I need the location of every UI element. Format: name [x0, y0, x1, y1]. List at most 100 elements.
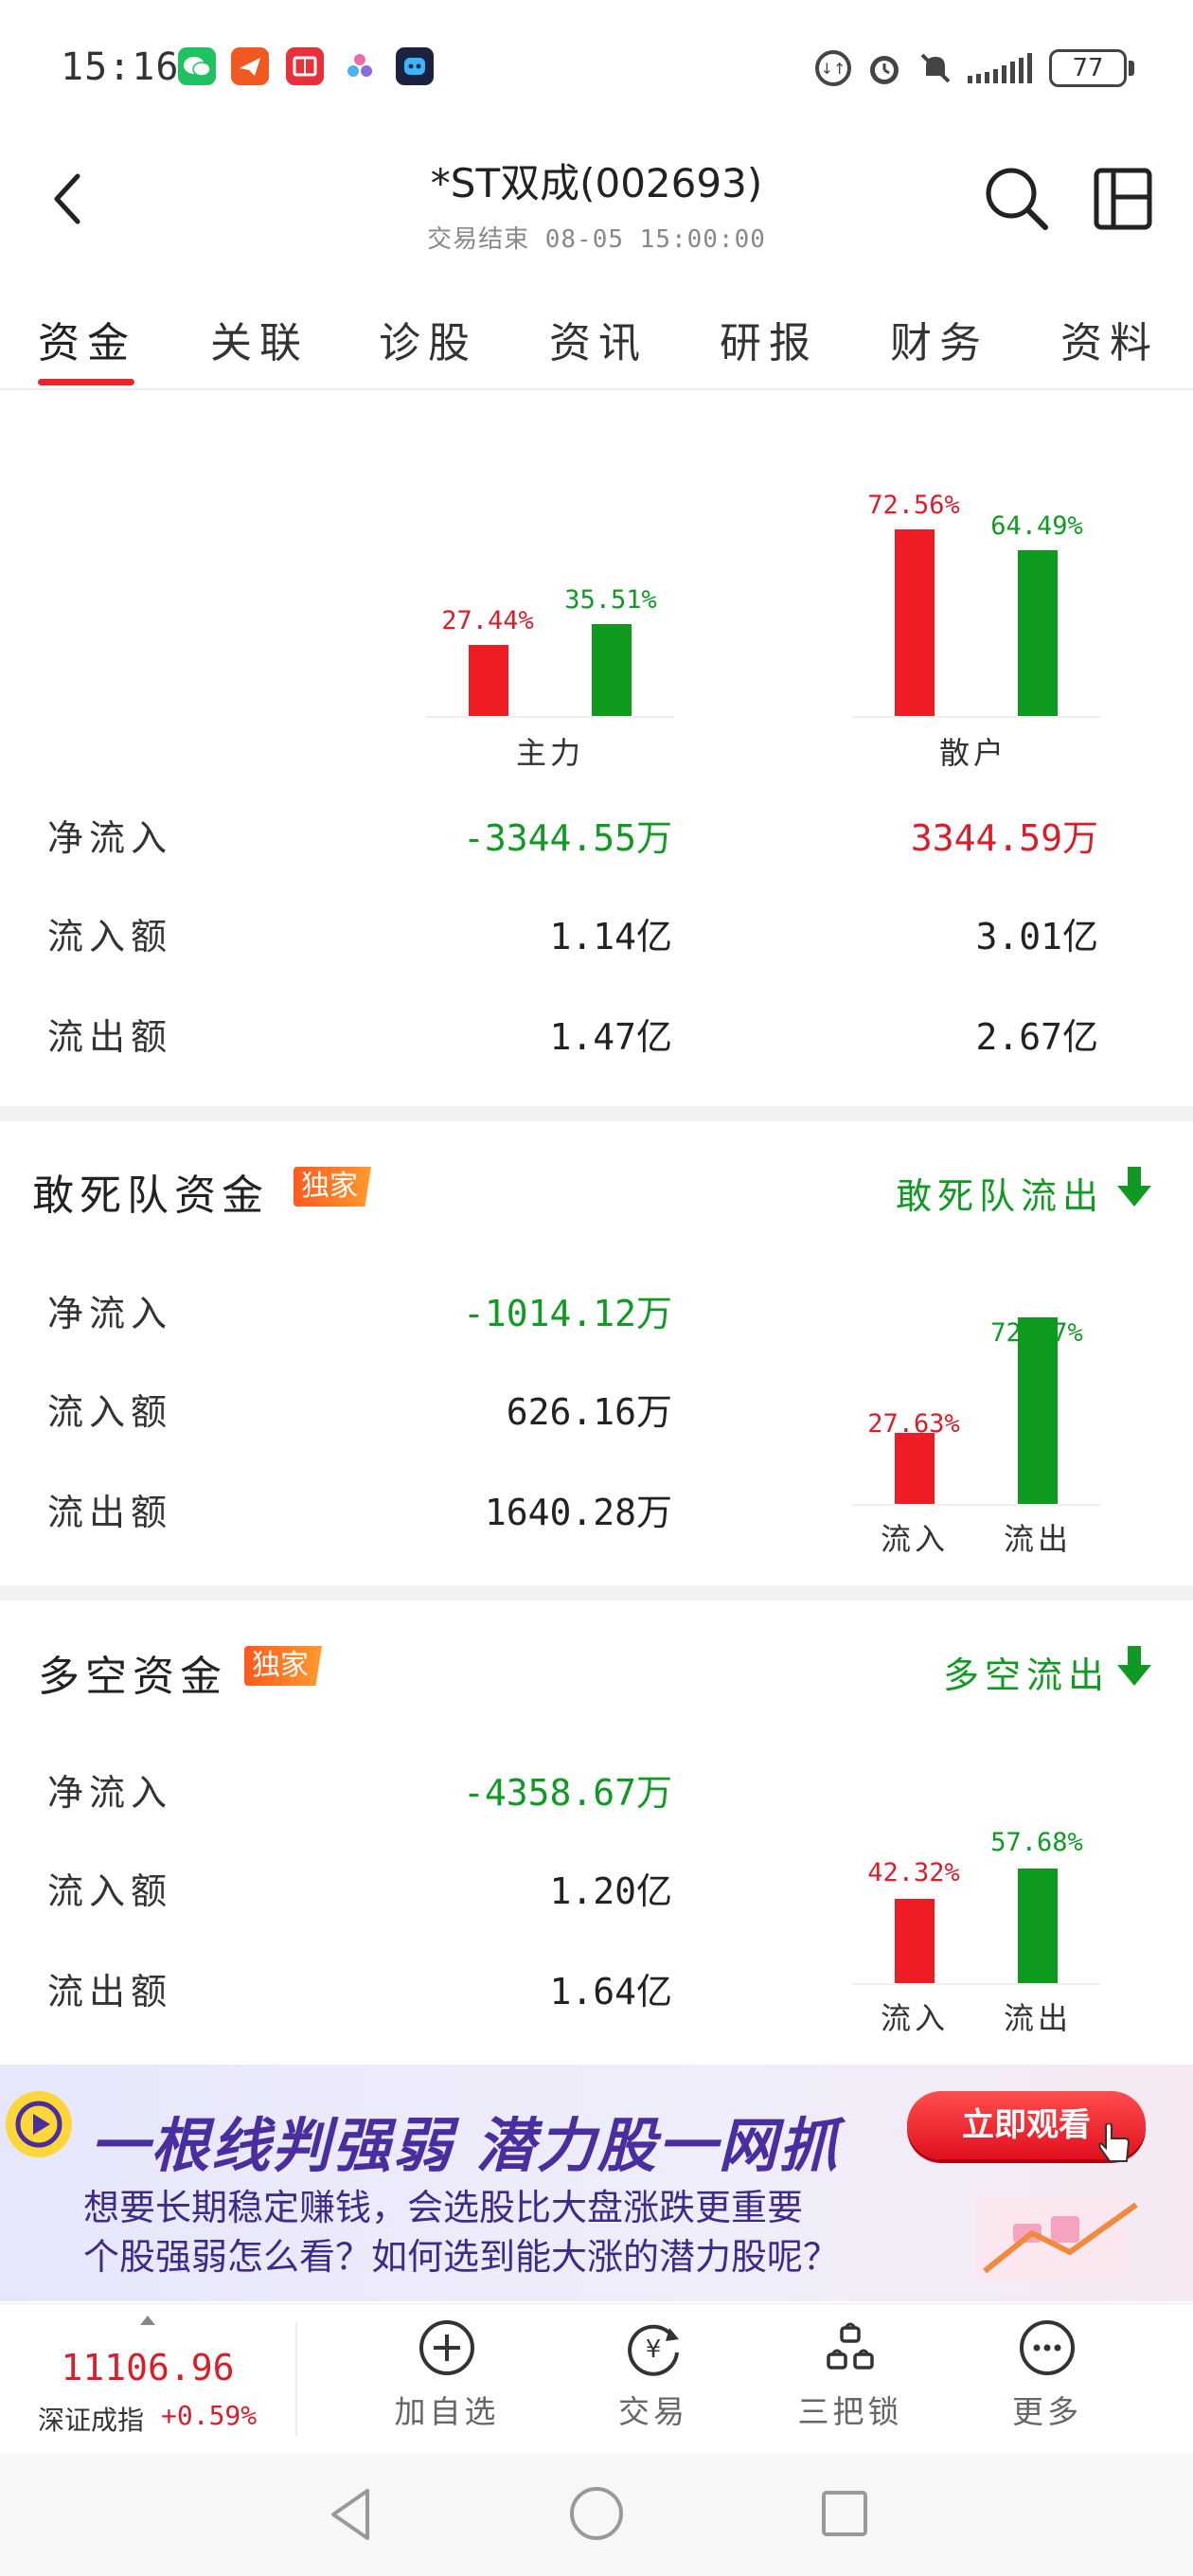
battery-indicator: 77 [1049, 49, 1127, 87]
nav-recents-icon[interactable] [816, 2485, 873, 2546]
long-short-title: 多空资金 [38, 1653, 227, 1701]
tab-funds[interactable]: 资金 [38, 309, 136, 369]
layout-icon[interactable] [1091, 165, 1155, 237]
index-change: +0.59% [161, 2400, 258, 2431]
dtd-baseline [852, 1504, 1100, 1506]
overview-outflow-label: 流出额 [47, 1016, 173, 1058]
dtd-inflow-bar [895, 1432, 935, 1504]
dare-to-die-title: 敢死队资金 [32, 1172, 269, 1220]
tab-finance[interactable]: 财务 [890, 309, 988, 369]
main-inflow-bar [469, 645, 508, 716]
down-arrow-icon [1115, 1644, 1153, 1691]
tab-news[interactable]: 资讯 [549, 309, 648, 369]
reader-icon [286, 47, 324, 85]
dtd-inflow-label: 流入额 [47, 1391, 173, 1433]
mute-icon [915, 47, 956, 93]
ls-outflow-value: 1.64亿 [549, 1971, 672, 2012]
main-inflow-pct: 27.44% [441, 606, 534, 635]
dtd-net-value: -1014.12万 [462, 1293, 672, 1334]
section-separator [0, 1585, 1193, 1601]
dare-to-die-outflow-link[interactable]: 敢死队流出 [896, 1167, 1104, 1219]
alarm-icon [864, 47, 905, 93]
retail-baseline [852, 716, 1100, 718]
dtd-axis-out: 流出 [1003, 1521, 1072, 1557]
down-arrow-icon [1115, 1165, 1153, 1212]
dtd-outflow-bar [1018, 1317, 1058, 1504]
retail-inflow-bar [895, 528, 935, 716]
retail-axis-label: 散户 [938, 735, 1007, 771]
more-dots-icon [1020, 2320, 1075, 2375]
exclusive-badge: 独家 [294, 1167, 371, 1207]
toolbar-divider [295, 2322, 297, 2436]
long-short-outflow-link[interactable]: 多空流出 [943, 1646, 1110, 1698]
add-watchlist-label: 加自选 [394, 2393, 500, 2430]
ls-inflow-pct: 42.32% [867, 1858, 960, 1887]
ls-axis-out: 流出 [1003, 2000, 1072, 2036]
more-button[interactable]: 更多 [953, 2318, 1142, 2432]
dtd-outflow-label: 流出额 [47, 1492, 173, 1533]
tab-profile[interactable]: 资料 [1060, 309, 1159, 369]
plus-circle-icon [419, 2320, 474, 2375]
overview-inflow-label: 流入额 [47, 916, 173, 957]
data-saver-icon: ↓↑ [812, 47, 854, 93]
three-locks-icon [827, 2322, 874, 2370]
dtd-net-label: 净流入 [47, 1293, 173, 1334]
dtd-inflow-value: 626.16万 [506, 1391, 672, 1433]
ls-outflow-pct: 57.68% [990, 1828, 1083, 1857]
more-label: 更多 [1012, 2393, 1082, 2430]
nav-back-icon[interactable] [322, 2481, 379, 2551]
signal-icon [966, 47, 1042, 93]
main-baseline [426, 716, 674, 718]
ls-net-value: -4358.67万 [462, 1772, 672, 1814]
main-outflow-bar [592, 624, 632, 716]
ls-baseline [852, 1983, 1100, 1985]
overview-retail-outflow: 2.67亿 [975, 1016, 1098, 1058]
main-axis-label: 主力 [515, 735, 584, 771]
dtd-outflow-value: 1640.28万 [484, 1492, 672, 1533]
trade-button[interactable]: ¥ 交易 [559, 2318, 748, 2432]
play-icon [6, 2091, 72, 2157]
retail-inflow-pct: 72.56% [867, 491, 960, 520]
overview-retail-net: 3344.59万 [910, 817, 1098, 859]
ls-net-label: 净流入 [47, 1772, 173, 1814]
overview-main-outflow: 1.47亿 [549, 1016, 672, 1058]
section-separator [0, 1106, 1193, 1121]
chart-decoration-icon [956, 2167, 1155, 2294]
tab-divider [0, 388, 1193, 390]
ls-inflow-value: 1.20亿 [549, 1870, 672, 1912]
yuan-circle-icon: ¥ [628, 2324, 679, 2376]
wechat-icon [178, 47, 216, 85]
nav-home-icon[interactable] [566, 2483, 627, 2548]
promo-banner[interactable]: 一根线判强弱 潜力股一网抓 立即观看 想要长期稳定赚钱，会选股比大盘涨跌更重要 … [0, 2065, 1193, 2301]
retail-outflow-bar [1018, 549, 1058, 716]
ls-outflow-label: 流出额 [47, 1971, 173, 2012]
ls-outflow-bar [1018, 1868, 1058, 1983]
overview-net-label: 净流入 [47, 817, 173, 859]
status-time: 15:16 [61, 45, 180, 89]
tab-related[interactable]: 关联 [210, 309, 309, 369]
banner-text-line2: 个股强弱怎么看？如何选到能大涨的潜力股呢？ [83, 2236, 840, 2278]
svg-text:↓↑: ↓↑ [821, 60, 846, 78]
caret-up-icon [140, 2313, 155, 2331]
overview-main-inflow: 1.14亿 [549, 916, 672, 957]
dtd-axis-in: 流入 [880, 1521, 949, 1557]
ls-inflow-label: 流入额 [47, 1870, 173, 1912]
tab-diagnose[interactable]: 诊股 [379, 309, 477, 369]
index-value[interactable]: 11106.96 [0, 2347, 295, 2388]
overview-retail-inflow: 3.01亿 [975, 916, 1098, 957]
molecule-icon [341, 47, 379, 85]
tab-research[interactable]: 研报 [720, 309, 818, 369]
banner-text-line1: 想要长期稳定赚钱，会选股比大盘涨跌更重要 [83, 2187, 804, 2228]
banner-headline: 一根线判强弱 潜力股一网抓 [90, 2111, 840, 2180]
ls-inflow-bar [895, 1899, 935, 1983]
retail-outflow-pct: 64.49% [990, 511, 1083, 541]
add-watchlist-button[interactable]: 加自选 [352, 2318, 542, 2432]
ls-axis-in: 流入 [880, 2000, 949, 2036]
search-icon[interactable] [983, 165, 1051, 237]
robot-icon [396, 47, 434, 85]
three-locks-label: 三把锁 [797, 2393, 903, 2430]
three-locks-button[interactable]: 三把锁 [756, 2318, 945, 2432]
telegram-like-icon [231, 47, 269, 85]
battery-tip [1129, 61, 1134, 76]
hand-cursor-icon [1096, 2121, 1134, 2169]
